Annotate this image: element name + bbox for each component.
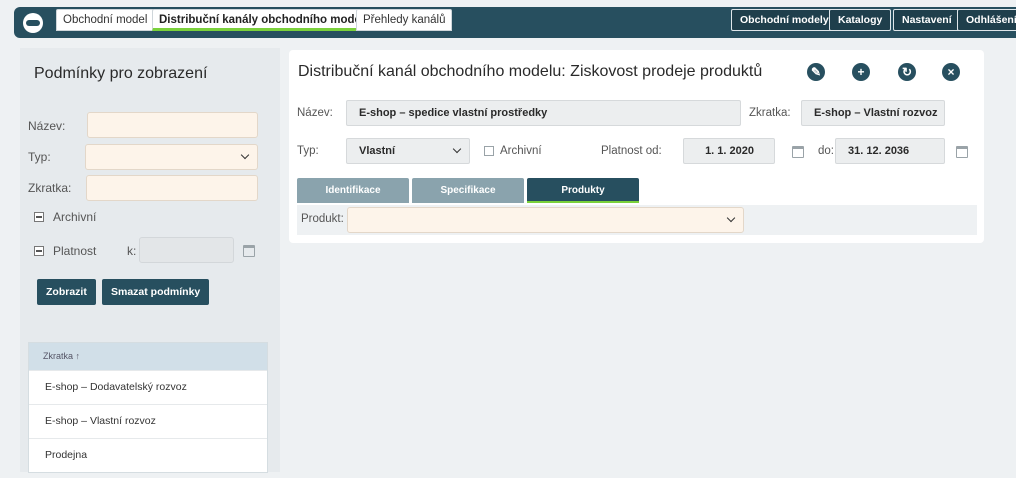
app-logo-icon[interactable] <box>23 13 43 33</box>
detail-name-field: E-shop – spedice vlastní prostředky <box>346 100 741 126</box>
filter-code-input[interactable] <box>86 175 258 201</box>
product-select[interactable] <box>347 207 744 233</box>
detail-title: Distribuční kanál obchodního modelu: Zis… <box>298 63 763 80</box>
chevron-down-icon <box>240 150 250 160</box>
tab-channel-overviews[interactable]: Přehledy kanálů <box>356 9 453 31</box>
detail-card: Distribuční kanál obchodního modelu: Zis… <box>289 50 984 243</box>
show-button[interactable]: Zobrazit <box>37 279 96 305</box>
detail-type-select[interactable]: Vlastní <box>346 138 470 164</box>
valid-to-field: 31. 12. 2036 <box>835 138 945 164</box>
channel-list: Zkratka ↑ E-shop – Dodavatelský rozvoz E… <box>28 342 268 473</box>
filter-code-label: Zkratka: <box>28 181 72 195</box>
calendar-icon[interactable] <box>792 146 804 158</box>
valid-from-field: 1. 1. 2020 <box>683 138 775 164</box>
validity-k-label: k: <box>127 244 137 258</box>
detail-type-label: Typ: <box>297 145 319 157</box>
product-label: Produkt: <box>301 213 344 225</box>
edit-icon[interactable]: ✎ <box>807 63 825 81</box>
detail-code-label: Zkratka: <box>749 107 791 119</box>
logout-button[interactable]: Odhlášení <box>957 9 1016 31</box>
validity-label: Platnost <box>53 244 97 258</box>
tab-specification[interactable]: Specifikace <box>412 178 524 203</box>
valid-from-label: Platnost od: <box>601 145 662 157</box>
detail-code-field: E-shop – Vlastní rozvoz <box>801 100 945 126</box>
filter-type-label: Typ: <box>28 150 51 164</box>
archive-label: Archivní <box>53 210 97 224</box>
close-icon[interactable]: × <box>942 63 960 81</box>
tab-products[interactable]: Produkty <box>527 178 639 203</box>
filter-type-select[interactable] <box>85 144 258 170</box>
validity-date-input[interactable] <box>139 237 234 263</box>
validity-checkbox[interactable] <box>34 246 44 256</box>
list-item[interactable]: E-shop – Vlastní rozvoz <box>29 404 267 438</box>
filter-name-label: Název: <box>28 119 66 133</box>
detail-archive-label: Archivní <box>500 145 542 157</box>
list-item[interactable]: Prodejna <box>29 438 267 472</box>
settings-button[interactable]: Nastavení <box>893 9 961 31</box>
valid-to-label: do: <box>818 145 834 157</box>
list-header-code[interactable]: Zkratka ↑ <box>29 343 267 370</box>
detail-archive-checkbox[interactable] <box>484 146 494 156</box>
product-filter-bar: Produkt: <box>297 205 977 235</box>
archive-checkbox[interactable] <box>34 212 44 222</box>
calendar-icon[interactable] <box>956 146 968 158</box>
sort-ascending-icon: ↑ <box>75 351 81 361</box>
tab-identification[interactable]: Identifikace <box>297 178 409 203</box>
calendar-icon[interactable] <box>243 245 255 257</box>
filter-panel-title: Podmínky pro zobrazení <box>34 65 208 82</box>
copy-icon[interactable]: ↻ <box>898 63 916 81</box>
chevron-down-icon <box>452 144 462 154</box>
add-icon[interactable]: + <box>852 63 870 81</box>
tab-distribution-channels[interactable]: Distribuční kanály obchodního modelu <box>152 9 379 31</box>
detail-name-label: Název: <box>297 107 333 119</box>
clear-conditions-button[interactable]: Smazat podmínky <box>102 279 210 305</box>
catalogs-button[interactable]: Katalogy <box>829 9 892 31</box>
filter-name-input[interactable] <box>87 112 258 138</box>
tab-business-model[interactable]: Obchodní model <box>56 9 155 31</box>
business-models-button[interactable]: Obchodní modely <box>731 9 838 31</box>
list-item[interactable]: E-shop – Dodavatelský rozvoz <box>29 370 267 404</box>
chevron-down-icon <box>726 213 736 223</box>
